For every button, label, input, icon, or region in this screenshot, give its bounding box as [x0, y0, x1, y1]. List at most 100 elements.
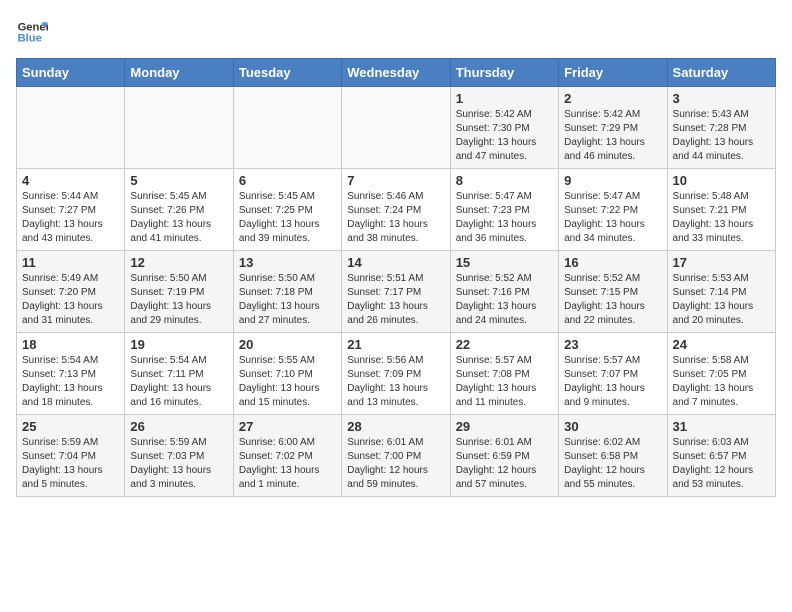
day-cell: 8 Sunrise: 5:47 AM Sunset: 7:23 PM Daylig…: [450, 169, 558, 251]
day-number: 6: [239, 173, 336, 188]
day-info: Sunrise: 5:47 AM Sunset: 7:23 PM Dayligh…: [456, 190, 553, 246]
day-cell: 27Sunrise: 6:00 AM Sunset: 7:02 PM Dayli…: [233, 415, 341, 497]
day-number: 16: [564, 255, 661, 270]
day-cell: 28 Sunrise: 6:01 AM Sunset: 7:00 PM Dayli…: [342, 415, 450, 497]
day-cell: 1 Sunrise: 5:42 AM Sunset: 7:30 PM Daylig…: [450, 87, 558, 169]
header: General Blue: [16, 16, 776, 48]
day-cell: 7 Sunrise: 5:46 AM Sunset: 7:24 PM Daylig…: [342, 169, 450, 251]
header-cell-friday: Friday: [559, 59, 667, 87]
day-cell: [17, 87, 125, 169]
day-cell: 10 Sunrise: 5:48 AM Sunset: 7:21 PM Dayli…: [667, 169, 775, 251]
day-info: Sunrise: 5:59 AM Sunset: 7:04 PM Dayligh…: [22, 436, 119, 492]
header-cell-sunday: Sunday: [17, 59, 125, 87]
day-info: Sunrise: 5:53 AM Sunset: 7:14 PM Dayligh…: [673, 272, 770, 328]
day-cell: 22 Sunrise: 5:57 AM Sunset: 7:08 PM Dayli…: [450, 333, 558, 415]
day-number: 14: [347, 255, 444, 270]
day-number: 28: [347, 419, 444, 434]
day-info: Sunrise: 5:49 AM Sunset: 7:20 PM Dayligh…: [22, 272, 119, 328]
day-cell: 13Sunrise: 5:50 AM Sunset: 7:18 PM Dayli…: [233, 251, 341, 333]
day-cell: 11 Sunrise: 5:49 AM Sunset: 7:20 PM Dayli…: [17, 251, 125, 333]
logo: General Blue: [16, 16, 48, 48]
week-row-2: 4 Sunrise: 5:44 AM Sunset: 7:27 PM Daylig…: [17, 169, 776, 251]
day-number: 31: [673, 419, 770, 434]
day-cell: 2 Sunrise: 5:42 AM Sunset: 7:29 PM Daylig…: [559, 87, 667, 169]
day-cell: 30Sunrise: 6:02 AM Sunset: 6:58 PM Dayli…: [559, 415, 667, 497]
day-cell: 5 Sunrise: 5:45 AM Sunset: 7:26 PM Daylig…: [125, 169, 233, 251]
day-cell: 23 Sunrise: 5:57 AM Sunset: 7:07 PM Dayli…: [559, 333, 667, 415]
week-row-5: 25 Sunrise: 5:59 AM Sunset: 7:04 PM Dayli…: [17, 415, 776, 497]
day-info: Sunrise: 5:51 AM Sunset: 7:17 PM Dayligh…: [347, 272, 444, 328]
day-number: 10: [673, 173, 770, 188]
day-cell: 17 Sunrise: 5:53 AM Sunset: 7:14 PM Dayli…: [667, 251, 775, 333]
day-number: 26: [130, 419, 227, 434]
day-info: Sunrise: 5:52 AM Sunset: 7:16 PM Dayligh…: [456, 272, 553, 328]
calendar-table: SundayMondayTuesdayWednesdayThursdayFrid…: [16, 58, 776, 497]
day-info: Sunrise: 5:45 AM Sunset: 7:25 PM Dayligh…: [239, 190, 336, 246]
day-number: 18: [22, 337, 119, 352]
svg-text:Blue: Blue: [18, 33, 42, 45]
day-number: 17: [673, 255, 770, 270]
day-info: Sunrise: 5:48 AM Sunset: 7:21 PM Dayligh…: [673, 190, 770, 246]
day-info: Sunrise: 5:57 AM Sunset: 7:07 PM Dayligh…: [564, 354, 661, 410]
day-cell: 6 Sunrise: 5:45 AM Sunset: 7:25 PM Daylig…: [233, 169, 341, 251]
day-info: Sunrise: 5:55 AM Sunset: 7:10 PM Dayligh…: [239, 354, 336, 410]
day-cell: 16 Sunrise: 5:52 AM Sunset: 7:15 PM Dayli…: [559, 251, 667, 333]
day-cell: 31Sunrise: 6:03 AM Sunset: 6:57 PM Dayli…: [667, 415, 775, 497]
day-cell: 20Sunrise: 5:55 AM Sunset: 7:10 PM Dayli…: [233, 333, 341, 415]
header-cell-thursday: Thursday: [450, 59, 558, 87]
day-number: 11: [22, 255, 119, 270]
day-number: 12: [130, 255, 227, 270]
day-number: 27: [239, 419, 336, 434]
day-info: Sunrise: 5:52 AM Sunset: 7:15 PM Dayligh…: [564, 272, 661, 328]
day-cell: 26Sunrise: 5:59 AM Sunset: 7:03 PM Dayli…: [125, 415, 233, 497]
day-info: Sunrise: 5:56 AM Sunset: 7:09 PM Dayligh…: [347, 354, 444, 410]
header-row: SundayMondayTuesdayWednesdayThursdayFrid…: [17, 59, 776, 87]
day-info: Sunrise: 5:47 AM Sunset: 7:22 PM Dayligh…: [564, 190, 661, 246]
day-cell: 25 Sunrise: 5:59 AM Sunset: 7:04 PM Dayli…: [17, 415, 125, 497]
day-number: 8: [456, 173, 553, 188]
week-row-3: 11 Sunrise: 5:49 AM Sunset: 7:20 PM Dayli…: [17, 251, 776, 333]
day-cell: 3 Sunrise: 5:43 AM Sunset: 7:28 PM Daylig…: [667, 87, 775, 169]
day-info: Sunrise: 5:44 AM Sunset: 7:27 PM Dayligh…: [22, 190, 119, 246]
day-info: Sunrise: 5:43 AM Sunset: 7:28 PM Dayligh…: [673, 108, 770, 164]
header-cell-monday: Monday: [125, 59, 233, 87]
day-number: 15: [456, 255, 553, 270]
day-info: Sunrise: 6:01 AM Sunset: 7:00 PM Dayligh…: [347, 436, 444, 492]
day-number: 23: [564, 337, 661, 352]
day-number: 24: [673, 337, 770, 352]
day-number: 1: [456, 91, 553, 106]
day-cell: 15 Sunrise: 5:52 AM Sunset: 7:16 PM Dayli…: [450, 251, 558, 333]
day-cell: 9 Sunrise: 5:47 AM Sunset: 7:22 PM Daylig…: [559, 169, 667, 251]
day-cell: 29 Sunrise: 6:01 AM Sunset: 6:59 PM Dayli…: [450, 415, 558, 497]
day-number: 19: [130, 337, 227, 352]
day-number: 30: [564, 419, 661, 434]
day-number: 3: [673, 91, 770, 106]
day-number: 5: [130, 173, 227, 188]
day-number: 25: [22, 419, 119, 434]
day-number: 7: [347, 173, 444, 188]
day-cell: 14 Sunrise: 5:51 AM Sunset: 7:17 PM Dayli…: [342, 251, 450, 333]
day-cell: 21 Sunrise: 5:56 AM Sunset: 7:09 PM Dayli…: [342, 333, 450, 415]
header-cell-wednesday: Wednesday: [342, 59, 450, 87]
day-cell: [233, 87, 341, 169]
day-info: Sunrise: 5:42 AM Sunset: 7:30 PM Dayligh…: [456, 108, 553, 164]
week-row-1: 1 Sunrise: 5:42 AM Sunset: 7:30 PM Daylig…: [17, 87, 776, 169]
week-row-4: 18 Sunrise: 5:54 AM Sunset: 7:13 PM Dayli…: [17, 333, 776, 415]
day-number: 29: [456, 419, 553, 434]
header-cell-saturday: Saturday: [667, 59, 775, 87]
day-info: Sunrise: 5:57 AM Sunset: 7:08 PM Dayligh…: [456, 354, 553, 410]
day-cell: 18 Sunrise: 5:54 AM Sunset: 7:13 PM Dayli…: [17, 333, 125, 415]
day-number: 22: [456, 337, 553, 352]
day-cell: [342, 87, 450, 169]
day-info: Sunrise: 6:01 AM Sunset: 6:59 PM Dayligh…: [456, 436, 553, 492]
day-number: 2: [564, 91, 661, 106]
day-info: Sunrise: 5:54 AM Sunset: 7:11 PM Dayligh…: [130, 354, 227, 410]
day-info: Sunrise: 5:42 AM Sunset: 7:29 PM Dayligh…: [564, 108, 661, 164]
day-info: Sunrise: 5:46 AM Sunset: 7:24 PM Dayligh…: [347, 190, 444, 246]
day-number: 4: [22, 173, 119, 188]
day-info: Sunrise: 5:54 AM Sunset: 7:13 PM Dayligh…: [22, 354, 119, 410]
day-info: Sunrise: 5:45 AM Sunset: 7:26 PM Dayligh…: [130, 190, 227, 246]
day-number: 9: [564, 173, 661, 188]
day-number: 21: [347, 337, 444, 352]
header-cell-tuesday: Tuesday: [233, 59, 341, 87]
